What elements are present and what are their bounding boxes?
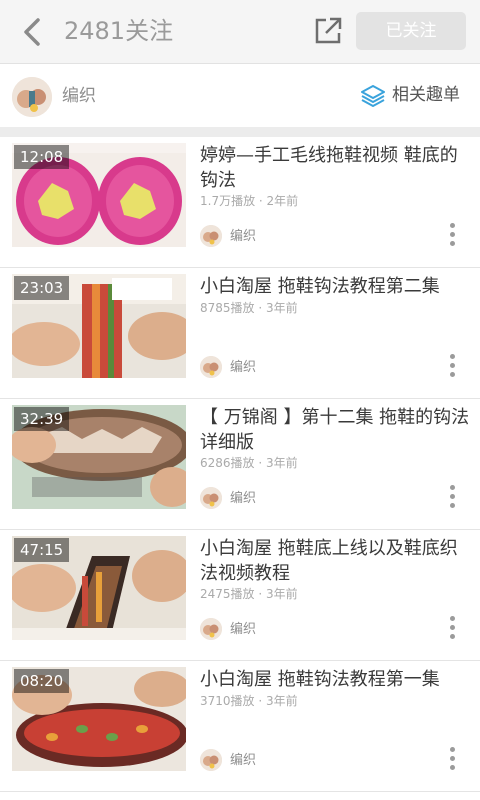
top-bar: 2481关注 已关注 <box>0 0 480 64</box>
author-name: 编织 <box>230 622 257 637</box>
author-avatar <box>200 356 222 378</box>
video-duration: 47:15 <box>14 538 70 562</box>
video-list: 12:08 婷婷—手工毛线拖鞋视频 鞋底的钩法 1.7万播放 · 2年前 编织 <box>0 137 480 792</box>
video-thumbnail[interactable]: 08:20 <box>12 667 186 771</box>
follow-button[interactable]: 已关注 <box>356 12 466 50</box>
video-title[interactable]: 小白淘屋 拖鞋钩法教程第二集 <box>200 274 470 299</box>
video-duration: 08:20 <box>14 669 70 693</box>
tag-header: 编织 相关趣单 <box>0 65 480 127</box>
more-options-button[interactable] <box>444 614 462 642</box>
video-item[interactable]: 32:39 【 万锦阁 】第十二集 拖鞋的钩法 详细版 6286播放 · 3年前… <box>0 399 480 530</box>
tag-avatar[interactable] <box>12 77 52 117</box>
chevron-left-icon <box>24 18 40 46</box>
more-vertical-icon <box>450 372 455 377</box>
more-vertical-icon <box>450 747 455 752</box>
more-vertical-icon <box>450 232 455 237</box>
video-item[interactable]: 23:03 小白淘屋 拖鞋钩法教程第二集 8785播放 · 3年前 编织 <box>0 268 480 399</box>
author-avatar-image <box>200 225 222 247</box>
author-avatar-image <box>200 749 222 771</box>
video-title[interactable]: 婷婷—手工毛线拖鞋视频 鞋底的钩法 <box>200 143 470 193</box>
video-thumbnail[interactable]: 12:08 <box>12 143 186 247</box>
more-options-button[interactable] <box>444 745 462 773</box>
section-divider <box>0 127 480 137</box>
layers-icon <box>361 85 385 107</box>
author-avatar-image <box>200 618 222 640</box>
author-avatar-image <box>200 356 222 378</box>
more-vertical-icon <box>450 485 455 490</box>
more-vertical-icon <box>450 616 455 621</box>
author-avatar <box>200 487 222 509</box>
author-avatar <box>200 749 222 771</box>
video-item[interactable]: 08:20 小白淘屋 拖鞋钩法教程第一集 3710播放 · 3年前 编织 <box>0 661 480 792</box>
video-meta: 6286播放 · 3年前 <box>200 456 298 470</box>
more-vertical-icon <box>450 765 455 770</box>
author-avatar <box>200 225 222 247</box>
more-options-button[interactable] <box>444 352 462 380</box>
more-vertical-icon <box>450 241 455 246</box>
video-title[interactable]: 小白淘屋 拖鞋钩法教程第一集 <box>200 667 470 692</box>
video-item[interactable]: 47:15 小白淘屋 拖鞋底上线以及鞋底织法视频教程 2475播放 · 3年前 … <box>0 530 480 661</box>
video-title[interactable]: 小白淘屋 拖鞋底上线以及鞋底织法视频教程 <box>200 536 470 586</box>
more-vertical-icon <box>450 354 455 359</box>
video-duration: 32:39 <box>14 407 70 431</box>
more-vertical-icon <box>450 503 455 508</box>
share-button[interactable] <box>312 15 344 47</box>
video-thumbnail[interactable]: 47:15 <box>12 536 186 640</box>
more-vertical-icon <box>450 494 455 499</box>
author-name: 编织 <box>230 360 257 375</box>
author-name: 编织 <box>230 753 257 768</box>
more-options-button[interactable] <box>444 483 462 511</box>
author-name: 编织 <box>230 491 257 506</box>
more-vertical-icon <box>450 634 455 639</box>
video-duration: 23:03 <box>14 276 70 300</box>
video-item[interactable]: 12:08 婷婷—手工毛线拖鞋视频 鞋底的钩法 1.7万播放 · 2年前 编织 <box>0 137 480 268</box>
author-name: 编织 <box>230 229 257 244</box>
video-thumbnail[interactable]: 23:03 <box>12 274 186 378</box>
author-avatar <box>200 618 222 640</box>
video-meta: 3710播放 · 3年前 <box>200 694 298 708</box>
author-avatar-image <box>200 487 222 509</box>
more-vertical-icon <box>450 625 455 630</box>
video-duration: 12:08 <box>14 145 70 169</box>
video-title[interactable]: 【 万锦阁 】第十二集 拖鞋的钩法 详细版 <box>200 405 470 455</box>
video-meta: 8785播放 · 3年前 <box>200 301 298 315</box>
share-icon <box>315 17 342 44</box>
page-title: 2481关注 <box>64 17 174 45</box>
more-vertical-icon <box>450 223 455 228</box>
more-vertical-icon <box>450 756 455 761</box>
tag-name[interactable]: 编织 <box>62 85 96 107</box>
video-thumbnail[interactable]: 32:39 <box>12 405 186 509</box>
tag-avatar-image <box>12 77 52 117</box>
video-meta: 1.7万播放 · 2年前 <box>200 194 299 208</box>
more-options-button[interactable] <box>444 221 462 249</box>
related-lists-label: 相关趣单 <box>392 85 460 105</box>
more-vertical-icon <box>450 363 455 368</box>
video-meta: 2475播放 · 3年前 <box>200 587 298 601</box>
back-button[interactable] <box>18 14 48 50</box>
